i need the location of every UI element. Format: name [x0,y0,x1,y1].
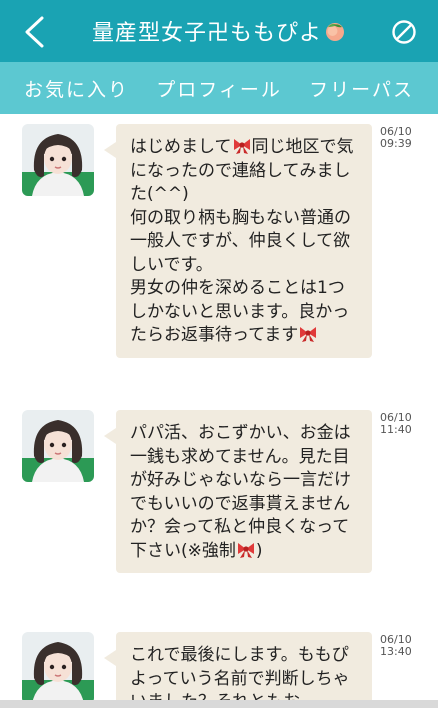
bottom-bar [0,700,438,708]
back-button[interactable] [14,12,54,52]
ribbon-icon [233,139,250,154]
avatar[interactable] [22,632,94,704]
message-text: はじめまして 同じ地区で気になったので連絡してみました(^^) [130,137,354,204]
message-text: これで最後にします。ももぴよっていう名前で判断しちゃいました？それともお [130,645,350,708]
tab-profile[interactable]: プロフィール [156,75,282,102]
peach-icon [326,23,344,41]
ribbon-icon [300,327,317,342]
ribbon-icon [237,542,254,558]
app-header: 量産型女子卍ももぴよ [0,0,438,62]
message-time: 13:40 [380,645,412,658]
profile-photo [22,632,94,704]
page-title: 量産型女子卍ももぴよ [60,0,378,62]
message-bubble: これで最後にします。ももぴよっていう名前で判断しちゃいました？それともお [104,632,372,708]
message-bubble: パパ活、おこずかい、お金は一銭も求めてません。見た目が好みじゃないなら一言だけで… [104,410,372,573]
tab-favorite[interactable]: お気に入り [24,75,129,102]
message-time: 11:40 [380,423,412,436]
message-thread[interactable]: はじめまして 同じ地区で気になったので連絡してみました(^^) 何の取り柄も胸もな… [0,114,438,708]
block-icon [392,20,416,44]
contact-name: 量産型女子卍ももぴよ [91,21,322,46]
message-timestamp: 06/10 13:40 [380,634,412,658]
message-time: 09:39 [380,137,412,150]
chevron-left-icon [25,16,44,48]
block-button[interactable] [384,12,424,52]
message-timestamp: 06/10 09:39 [380,126,412,150]
message-bubble: はじめまして 同じ地区で気になったので連絡してみました(^^) 何の取り柄も胸もな… [104,124,372,358]
avatar[interactable] [22,124,94,196]
message-text: 男女の仲を深めることは1つしかないと思います。良かったらお返事待ってます [130,278,350,345]
profile-photo [22,124,94,196]
profile-tabs: お気に入り プロフィール フリーパス [0,62,438,114]
profile-photo [22,410,94,482]
message-text: パパ活、おこずかい、お金は一銭も求めてません。見た目が好みじゃないなら一言だけで… [130,423,351,561]
avatar[interactable] [22,410,94,482]
tab-free-pass[interactable]: フリーパス [309,75,414,102]
message-text: 何の取り柄も胸もない普通の一般人ですが、仲良くして欲しいです。 [130,207,351,275]
message-timestamp: 06/10 11:40 [380,412,412,436]
